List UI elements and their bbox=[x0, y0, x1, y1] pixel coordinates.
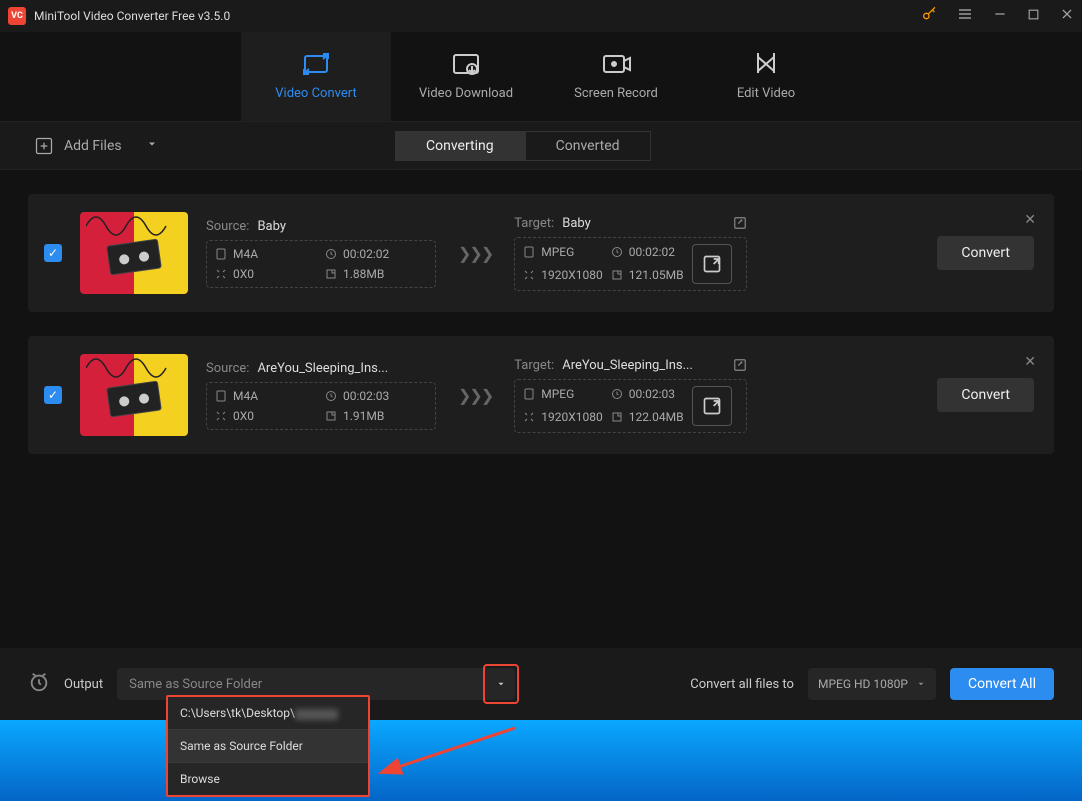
convert-all-label: Convert all files to bbox=[690, 677, 794, 692]
src-duration: 00:02:02 bbox=[343, 247, 389, 261]
chevron-down-icon[interactable] bbox=[487, 668, 515, 700]
thumbnail bbox=[80, 212, 188, 294]
src-res: 0X0 bbox=[233, 409, 254, 423]
source-label: Source: bbox=[206, 219, 249, 234]
remove-item-icon[interactable]: ✕ bbox=[1024, 354, 1036, 370]
target-column: Target: AreYou_Sleeping_Ins... MPEG 00:0… bbox=[514, 358, 747, 433]
status-tabs: Converting Converted bbox=[395, 131, 651, 161]
minimize-button[interactable] bbox=[993, 7, 1007, 25]
close-button[interactable] bbox=[1060, 7, 1074, 25]
tab-converted[interactable]: Converted bbox=[525, 131, 651, 161]
item-checkbox[interactable]: ✓ bbox=[44, 244, 62, 262]
src-size: 1.91MB bbox=[343, 409, 384, 423]
remove-item-icon[interactable]: ✕ bbox=[1024, 212, 1036, 228]
download-icon bbox=[450, 52, 482, 76]
schedule-icon[interactable] bbox=[28, 671, 50, 697]
source-column: Source: Baby M4A 00:02:02 0X0 1.88MB bbox=[206, 219, 436, 288]
tgt-size: 122.04MB bbox=[629, 410, 684, 424]
src-res: 0X0 bbox=[233, 267, 254, 281]
source-props: M4A 00:02:03 0X0 1.91MB bbox=[206, 382, 436, 430]
source-name: AreYou_Sleeping_Ins... bbox=[257, 361, 388, 376]
convert-icon bbox=[300, 52, 332, 76]
tgt-format: MPEG bbox=[541, 387, 574, 401]
arrow-icon: ❯❯❯ bbox=[454, 244, 496, 263]
nav-video-download[interactable]: Video Download bbox=[391, 32, 541, 121]
tgt-duration: 00:02:03 bbox=[629, 387, 675, 401]
src-duration: 00:02:03 bbox=[343, 389, 389, 403]
add-files-label: Add Files bbox=[64, 138, 122, 154]
maximize-button[interactable] bbox=[1027, 8, 1040, 25]
source-column: Source: AreYou_Sleeping_Ins... M4A 00:02… bbox=[206, 361, 436, 430]
nav-label: Video Convert bbox=[275, 86, 356, 101]
output-dropdown: C:\Users\tk\Desktop\xxx Same as Source F… bbox=[166, 695, 370, 797]
target-column: Target: Baby MPEG 00:02:02 1920X1080 121… bbox=[514, 216, 747, 291]
target-settings-button[interactable] bbox=[692, 244, 732, 284]
output-value: Same as Source Folder bbox=[129, 677, 262, 692]
tab-converting[interactable]: Converting bbox=[395, 131, 525, 161]
key-icon[interactable] bbox=[921, 6, 937, 26]
edit-target-icon[interactable] bbox=[733, 358, 747, 372]
add-file-icon bbox=[34, 136, 54, 156]
tgt-duration: 00:02:02 bbox=[629, 245, 675, 259]
nav-label: Video Download bbox=[419, 86, 513, 101]
main-nav: Video Convert Video Download Screen Reco… bbox=[0, 32, 1082, 122]
target-label: Target: bbox=[514, 358, 554, 373]
arrow-icon: ❯❯❯ bbox=[454, 386, 496, 405]
app-logo-icon: VC bbox=[8, 7, 26, 25]
toolbar: Add Files Converting Converted bbox=[0, 122, 1082, 170]
item-checkbox[interactable]: ✓ bbox=[44, 386, 62, 404]
conversion-item: ✓ Source: Baby M4A 00:02:02 0X0 1.88MB ❯… bbox=[28, 194, 1054, 312]
tgt-res: 1920X1080 bbox=[541, 410, 602, 424]
src-format: M4A bbox=[233, 247, 258, 261]
edit-target-icon[interactable] bbox=[733, 216, 747, 230]
edit-icon bbox=[752, 52, 780, 76]
add-files-button[interactable]: Add Files bbox=[34, 136, 158, 156]
nav-label: Edit Video bbox=[737, 86, 795, 101]
output-label: Output bbox=[64, 677, 103, 692]
convert-all-button[interactable]: Convert All bbox=[950, 668, 1054, 700]
desktop-taskbar bbox=[0, 720, 1082, 801]
nav-edit-video[interactable]: Edit Video bbox=[691, 32, 841, 121]
title-bar: VC MiniTool Video Converter Free v3.5.0 bbox=[0, 0, 1082, 32]
target-label: Target: bbox=[514, 216, 554, 231]
target-settings-button[interactable] bbox=[692, 386, 732, 426]
chevron-down-icon bbox=[146, 138, 158, 154]
src-format: M4A bbox=[233, 389, 258, 403]
app-title: MiniTool Video Converter Free v3.5.0 bbox=[34, 9, 913, 23]
footer-bar: Output Same as Source Folder Convert all… bbox=[0, 648, 1082, 720]
source-name: Baby bbox=[257, 219, 286, 234]
target-name: Baby bbox=[562, 216, 591, 231]
target-props: MPEG 00:02:02 1920X1080 121.05MB bbox=[514, 237, 747, 291]
thumbnail bbox=[80, 354, 188, 436]
output-format-select[interactable]: MPEG HD 1080P bbox=[808, 668, 936, 700]
target-props: MPEG 00:02:03 1920X1080 122.04MB bbox=[514, 379, 747, 433]
src-size: 1.88MB bbox=[343, 267, 384, 281]
conversion-item: ✓ Source: AreYou_Sleeping_Ins... M4A 00:… bbox=[28, 336, 1054, 454]
tgt-res: 1920X1080 bbox=[541, 268, 602, 282]
record-icon bbox=[600, 52, 632, 76]
dropdown-item-same-as-source[interactable]: Same as Source Folder bbox=[168, 729, 368, 762]
source-label: Source: bbox=[206, 361, 249, 376]
tgt-format: MPEG bbox=[541, 245, 574, 259]
target-name: AreYou_Sleeping_Ins... bbox=[562, 358, 693, 373]
app-window: VC MiniTool Video Converter Free v3.5.0 bbox=[0, 0, 1082, 720]
nav-label: Screen Record bbox=[574, 86, 658, 101]
tgt-size: 121.05MB bbox=[629, 268, 684, 282]
menu-icon[interactable] bbox=[957, 6, 973, 26]
source-props: M4A 00:02:02 0X0 1.88MB bbox=[206, 240, 436, 288]
dropdown-item-recent-path[interactable]: C:\Users\tk\Desktop\xxx bbox=[168, 697, 368, 729]
format-value: MPEG HD 1080P bbox=[818, 677, 908, 691]
conversion-list: ✓ Source: Baby M4A 00:02:02 0X0 1.88MB ❯… bbox=[0, 194, 1082, 454]
convert-button[interactable]: Convert bbox=[937, 236, 1034, 270]
dropdown-item-browse[interactable]: Browse bbox=[168, 762, 368, 795]
nav-screen-record[interactable]: Screen Record bbox=[541, 32, 691, 121]
convert-button[interactable]: Convert bbox=[937, 378, 1034, 412]
nav-video-convert[interactable]: Video Convert bbox=[241, 32, 391, 121]
